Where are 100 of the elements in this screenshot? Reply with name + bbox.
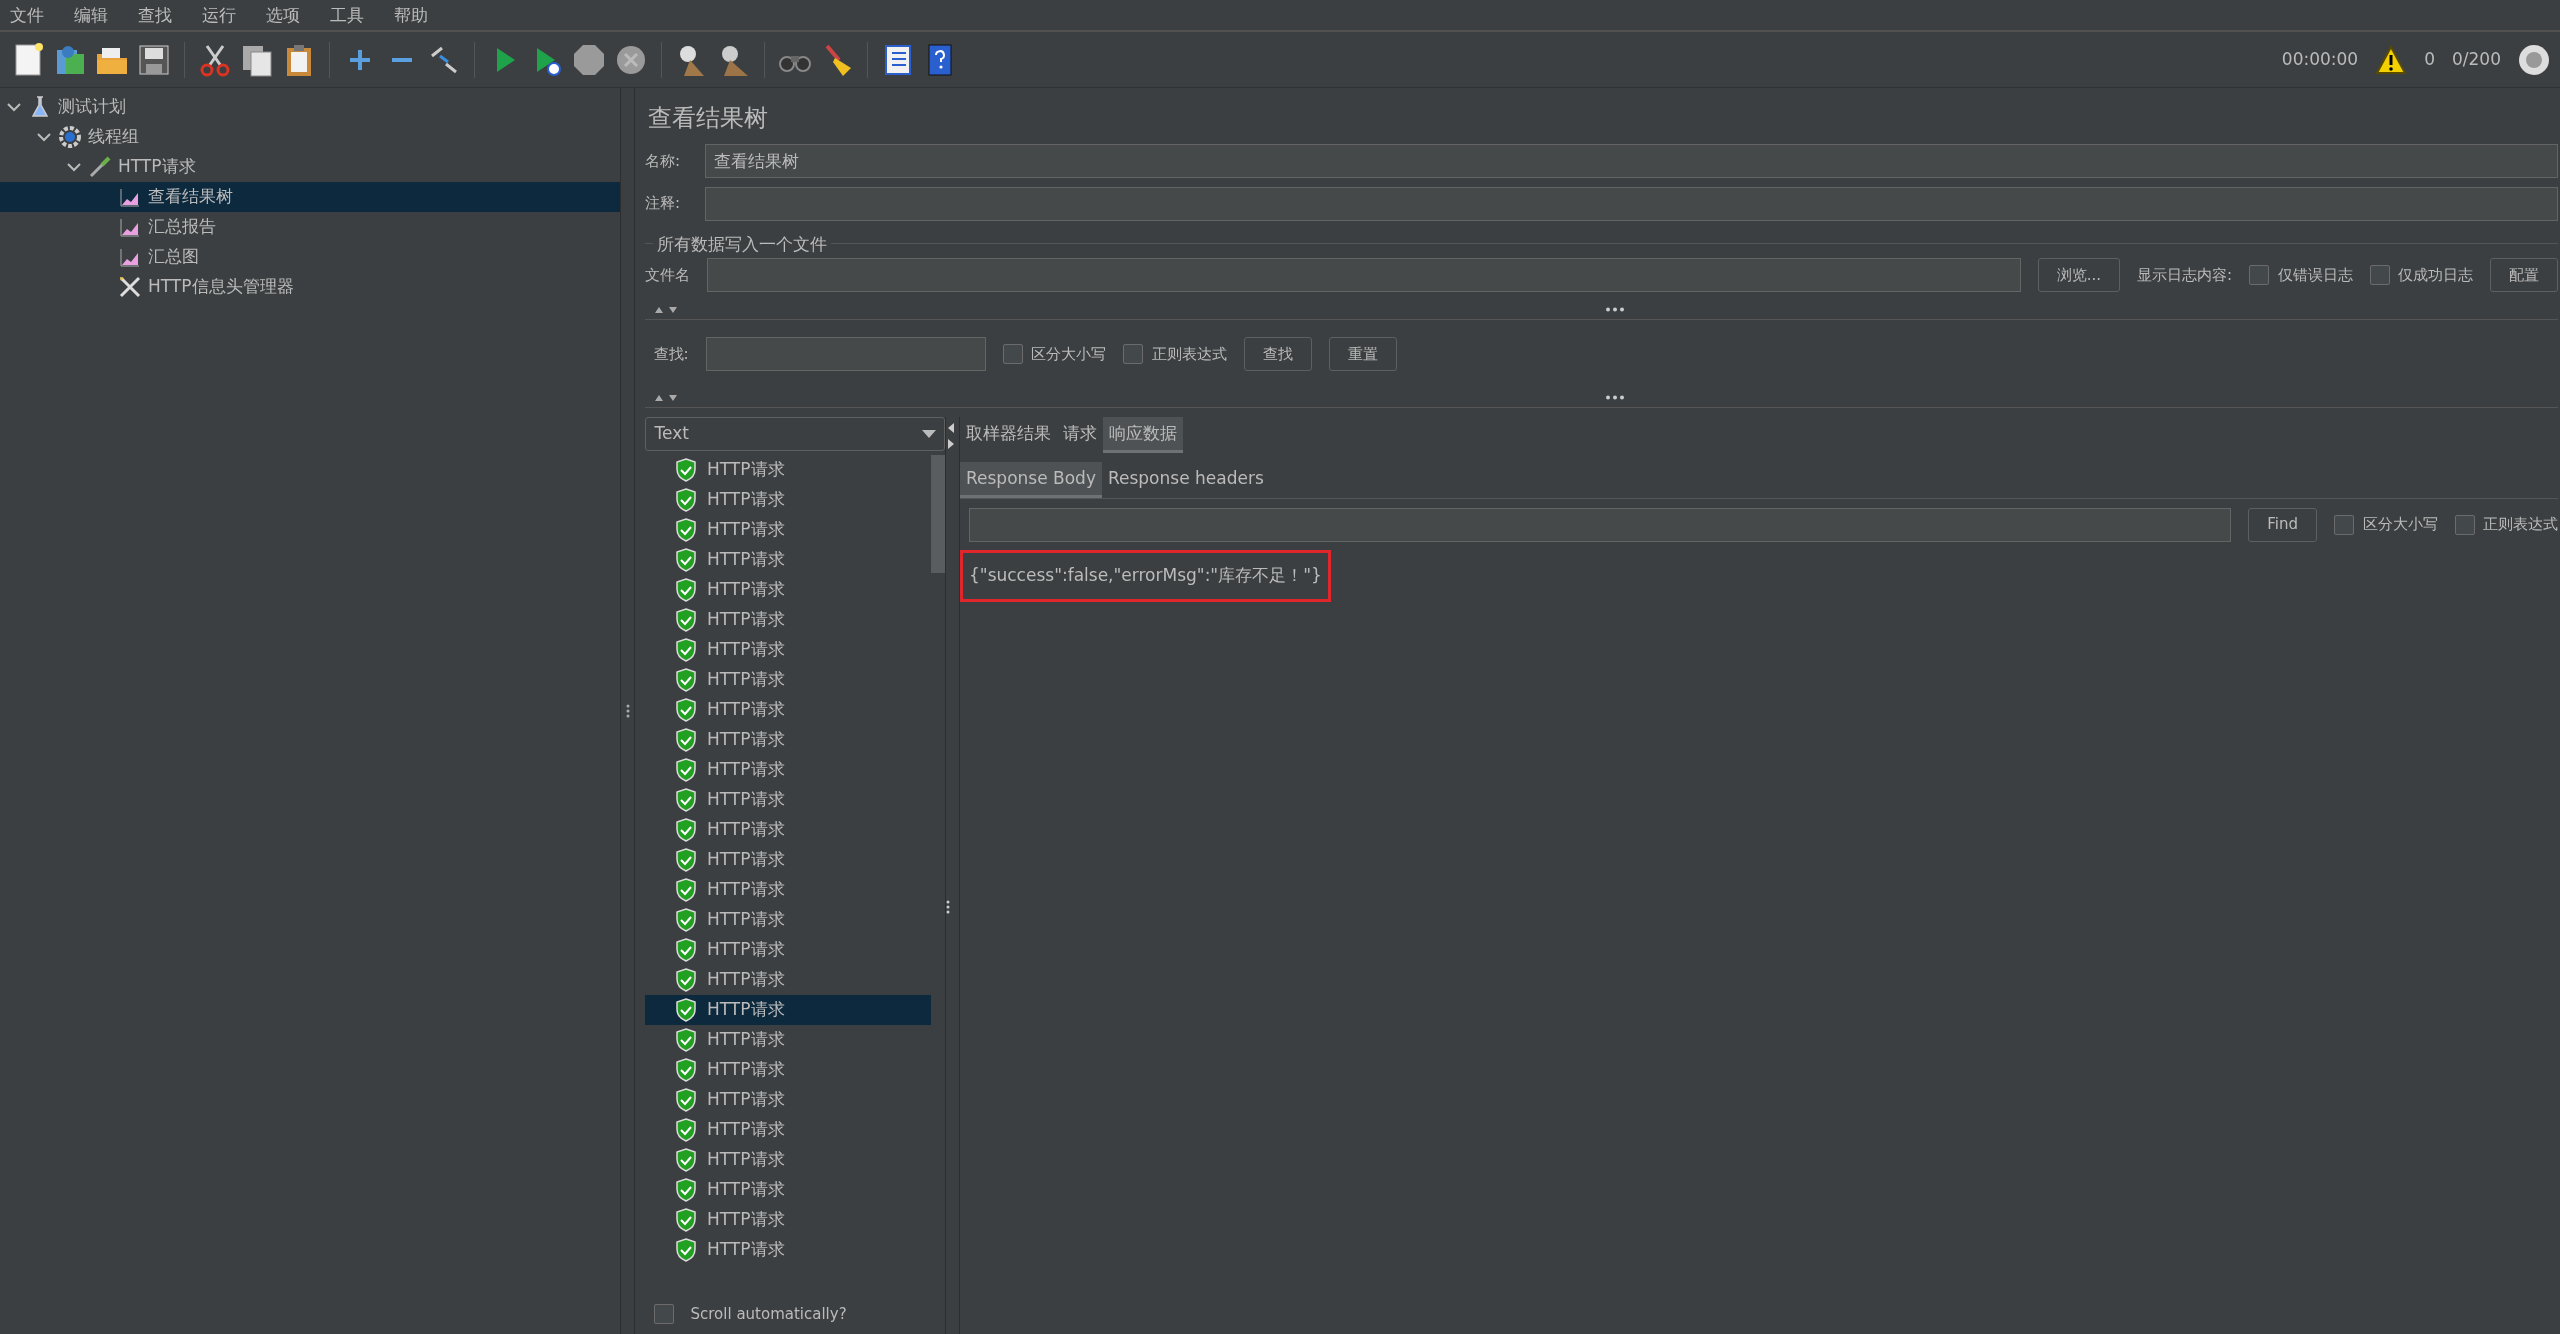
status-circle-icon	[2518, 43, 2550, 76]
grip-icon[interactable]	[1604, 395, 1625, 400]
result-item[interactable]: HTTP请求	[645, 814, 931, 845]
menu-item[interactable]: 选项	[266, 0, 300, 30]
tab[interactable]: Response Body	[960, 461, 1102, 498]
filename-field[interactable]	[707, 258, 2021, 292]
find-button[interactable]: 查找	[1243, 337, 1312, 371]
shield-check-icon	[675, 757, 697, 782]
shield-check-icon	[675, 1117, 697, 1142]
menu-item[interactable]: 编辑	[74, 0, 108, 30]
result-item[interactable]: HTTP请求	[645, 1024, 931, 1055]
gear-icon	[58, 125, 82, 149]
tab[interactable]: 请求	[1057, 416, 1103, 453]
response-text: {"success":false,"errorMsg":"库存不足！"}	[969, 565, 1322, 585]
tree-item[interactable]: 汇总图	[0, 242, 620, 272]
result-item[interactable]: HTTP请求	[645, 454, 931, 485]
result-item[interactable]: HTTP请求	[645, 484, 931, 515]
collapse-arrows-icon[interactable]	[653, 392, 680, 403]
result-item[interactable]: HTTP请求	[645, 664, 931, 695]
checkbox[interactable]	[1002, 344, 1023, 364]
body-search-field[interactable]	[968, 507, 2232, 542]
checkbox[interactable]	[2454, 514, 2475, 535]
tree-item[interactable]: HTTP请求	[0, 152, 620, 182]
shield-check-icon	[675, 967, 697, 992]
checkbox-label: 仅成功日志	[2398, 264, 2473, 286]
configure-button[interactable]: 配置	[2490, 258, 2558, 292]
filename-label: 文件名	[645, 264, 690, 286]
checkbox[interactable]	[653, 1304, 674, 1325]
checkbox-label: 区分大小写	[1031, 343, 1107, 365]
grip-icon[interactable]	[946, 900, 950, 914]
result-item[interactable]: HTTP请求	[645, 1174, 931, 1205]
result-item[interactable]: HTTP请求	[645, 1054, 931, 1085]
menu-item[interactable]: 查找	[138, 0, 172, 30]
checkbox-label: 仅错误日志	[2277, 264, 2353, 286]
tree-item[interactable]: HTTP信息头管理器	[0, 272, 620, 302]
result-item[interactable]: HTTP请求	[645, 514, 931, 545]
search-field[interactable]	[705, 337, 986, 371]
result-item[interactable]: HTTP请求	[645, 844, 931, 875]
result-item[interactable]: HTTP请求	[645, 694, 931, 725]
result-item[interactable]: HTTP请求	[645, 994, 931, 1025]
result-item[interactable]: HTTP请求	[645, 1114, 931, 1145]
comment-field[interactable]	[705, 186, 2558, 221]
tree-item[interactable]: 测试计划	[0, 92, 620, 122]
tree-item[interactable]: 线程组	[0, 122, 620, 152]
result-item[interactable]: HTTP请求	[645, 754, 931, 785]
checkbox-label: 区分大小写	[2362, 514, 2438, 536]
tree-item[interactable]: 查看结果树	[0, 182, 620, 212]
caret-down-icon	[921, 429, 936, 438]
shield-check-icon	[675, 1027, 697, 1052]
checkbox[interactable]	[2369, 265, 2390, 285]
name-field[interactable]: 查看结果树	[705, 144, 2558, 178]
result-item[interactable]: HTTP请求	[645, 604, 931, 635]
scrollbar-thumb[interactable]	[931, 454, 945, 573]
shield-check-icon	[675, 1087, 697, 1112]
result-item[interactable]: HTTP请求	[645, 964, 931, 995]
result-item[interactable]: HTTP请求	[645, 574, 931, 605]
checkbox[interactable]	[2249, 265, 2269, 285]
checkbox[interactable]	[2334, 514, 2354, 535]
menu-item[interactable]: 运行	[202, 0, 236, 30]
tree-label: 查看结果树	[148, 185, 233, 209]
result-item[interactable]: HTTP请求	[645, 1144, 931, 1175]
tree-label: HTTP请求	[118, 155, 196, 179]
result-item[interactable]: HTTP请求	[645, 544, 931, 575]
renderer-dropdown[interactable]: Text	[645, 416, 945, 451]
shield-check-icon	[675, 907, 697, 932]
menu-item[interactable]: 工具	[330, 0, 364, 30]
shield-check-icon	[675, 457, 697, 482]
warning-icon[interactable]	[2375, 44, 2408, 75]
result-item[interactable]: HTTP请求	[645, 874, 931, 905]
result-item[interactable]: HTTP请求	[645, 634, 931, 665]
tab[interactable]: 取样器结果	[960, 416, 1057, 453]
tree-item[interactable]: 汇总报告	[0, 212, 620, 242]
tab[interactable]: Response headers	[1101, 461, 1270, 498]
split-arrows-icon[interactable]	[946, 420, 956, 451]
browse-button[interactable]: 浏览...	[2037, 258, 2120, 292]
find-button[interactable]: Find	[2248, 507, 2317, 542]
tree-label: HTTP信息头管理器	[148, 275, 294, 299]
menu-item[interactable]: 文件	[10, 0, 44, 30]
tree-label: 线程组	[88, 125, 139, 149]
shield-check-icon	[675, 937, 697, 962]
result-item[interactable]: HTTP请求	[645, 934, 931, 965]
result-item[interactable]: HTTP请求	[645, 784, 931, 815]
shield-check-icon	[675, 547, 697, 572]
collapse-arrows-icon[interactable]	[653, 304, 680, 315]
result-item[interactable]: HTTP请求	[645, 904, 931, 935]
checkbox-label: Scroll automatically?	[690, 1304, 847, 1325]
reset-button[interactable]: 重置	[1328, 337, 1397, 371]
comment-label: 注释:	[645, 193, 682, 215]
menu-item[interactable]: 帮助	[394, 0, 428, 30]
grip-icon[interactable]	[1604, 307, 1625, 312]
tab[interactable]: 响应数据	[1103, 416, 1183, 453]
shield-check-icon	[675, 1177, 697, 1202]
shield-check-icon	[675, 487, 697, 512]
result-item[interactable]: HTTP请求	[645, 1234, 931, 1265]
checkbox[interactable]	[1123, 344, 1144, 364]
result-item[interactable]: HTTP请求	[645, 724, 931, 755]
grip-icon[interactable]	[625, 704, 630, 718]
result-item[interactable]: HTTP请求	[645, 1084, 931, 1115]
search-label: 查找:	[653, 343, 689, 365]
result-item[interactable]: HTTP请求	[645, 1204, 931, 1235]
